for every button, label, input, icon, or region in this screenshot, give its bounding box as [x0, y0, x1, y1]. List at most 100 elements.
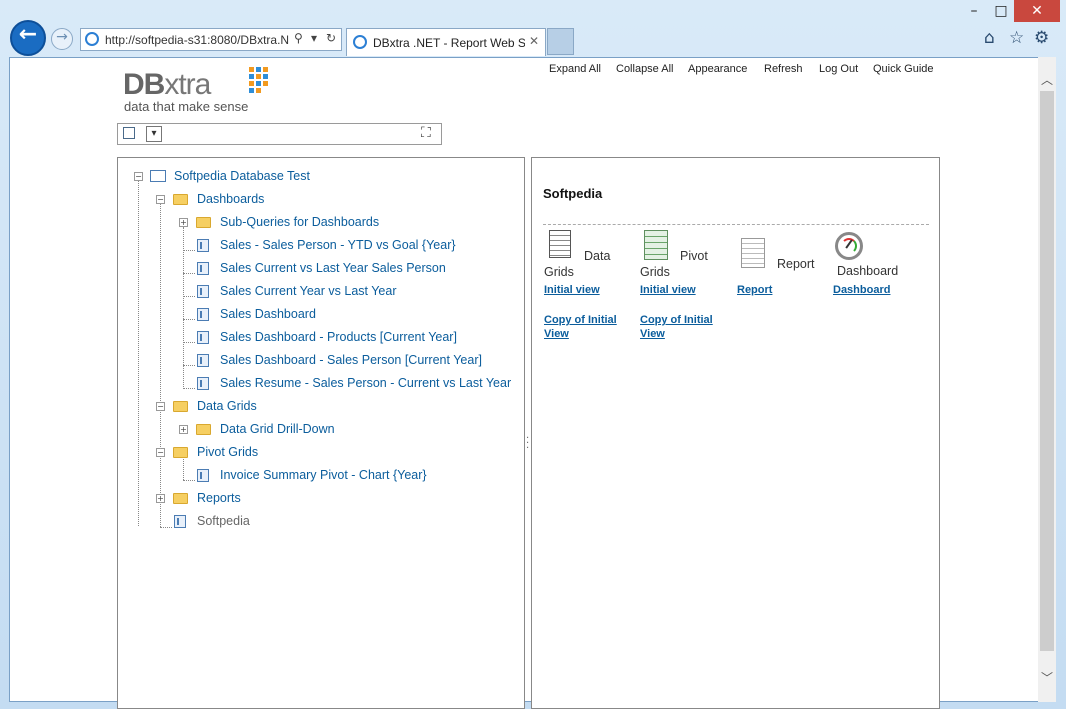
- pivot-grids-initial-view-link[interactable]: Initial view: [640, 283, 696, 297]
- log-out-link[interactable]: Log Out: [819, 63, 858, 75]
- browser-tab[interactable]: DBxtra .NET - Report Web S... ✕: [346, 28, 546, 56]
- tree-line: [183, 319, 195, 320]
- folder-icon: [196, 217, 211, 228]
- report-link[interactable]: Report: [737, 283, 772, 297]
- logo-db: DB: [123, 68, 165, 101]
- dashboard-link[interactable]: Dashboard: [833, 283, 890, 297]
- report-icon: [197, 354, 209, 367]
- database-icon: [150, 170, 166, 182]
- tree-node-data-grids[interactable]: Data Grids: [197, 399, 257, 417]
- report-icon: [197, 262, 209, 275]
- browser-window: – □ ✕ ← → http://softpedia-s31:8080/DBxt…: [0, 0, 1066, 709]
- report-icon: [197, 377, 209, 390]
- collapse-toggle-icon[interactable]: −: [156, 402, 165, 411]
- tree-node-dashboard-item[interactable]: Sales Dashboard - Products [Current Year…: [220, 330, 457, 348]
- logo-tagline: data that make sense: [124, 99, 249, 114]
- expand-toggle-icon[interactable]: +: [179, 218, 188, 227]
- folder-icon: [173, 401, 188, 412]
- search-icon[interactable]: ⚲: [294, 31, 303, 45]
- dashboard-gauge-icon: [835, 232, 863, 260]
- tree-line: [183, 480, 195, 481]
- report-label: Report: [777, 257, 815, 271]
- logo-xtra: xtra: [164, 68, 211, 101]
- browser-chrome: – □ ✕ ← → http://softpedia-s31:8080/DBxt…: [0, 0, 1066, 57]
- tree-node-dashboard-item[interactable]: Sales Current Year vs Last Year: [220, 284, 397, 302]
- favorites-star-icon[interactable]: ☆: [1009, 28, 1024, 48]
- tree-node-dashboard-item[interactable]: Sales Dashboard - Sales Person [Current …: [220, 353, 482, 371]
- tree-node-root[interactable]: Softpedia Database Test: [174, 169, 310, 187]
- ie-tab-icon: [353, 35, 367, 49]
- splitter-handle[interactable]: · · ·: [526, 434, 529, 454]
- tree-node-dashboard-item[interactable]: Sales Current vs Last Year Sales Person: [220, 261, 446, 279]
- vertical-scrollbar[interactable]: ︿ ﹀: [1038, 57, 1056, 702]
- data-grids-label-a: Data: [584, 249, 611, 263]
- report-search-bar[interactable]: ▾ ⛶: [117, 123, 442, 145]
- minimize-button[interactable]: –: [961, 0, 987, 22]
- collapse-all-link[interactable]: Collapse All: [616, 63, 673, 75]
- data-grids-copy-link[interactable]: Copy of Initial View: [544, 313, 617, 341]
- collapse-toggle-icon[interactable]: −: [156, 448, 165, 457]
- new-tab-button[interactable]: [547, 28, 574, 55]
- address-url[interactable]: http://softpedia-s31:8080/DBxtra.N: [105, 33, 315, 47]
- tree-node-dashboard-item[interactable]: Sales Dashboard: [220, 307, 316, 325]
- expand-toggle-icon[interactable]: +: [156, 494, 165, 503]
- tree-node-dashboards[interactable]: Dashboards: [197, 192, 264, 210]
- report-icon: [174, 515, 186, 528]
- panel-title: Softpedia: [543, 186, 603, 201]
- expand-all-link[interactable]: Expand All: [549, 63, 601, 75]
- report-icon: [197, 285, 209, 298]
- back-button[interactable]: ←: [10, 20, 46, 56]
- forward-button[interactable]: →: [51, 28, 73, 50]
- report-icon: [197, 239, 209, 252]
- tree-node-softpedia[interactable]: Softpedia: [197, 514, 250, 532]
- address-bar[interactable]: http://softpedia-s31:8080/DBxtra.N ⚲ ▾ ↻: [80, 28, 342, 51]
- tree-node-invoice-pivot[interactable]: Invoice Summary Pivot - Chart {Year}: [220, 468, 427, 486]
- folder-icon: [173, 447, 188, 458]
- data-grids-label-b: Grids: [544, 265, 574, 279]
- maximize-button[interactable]: □: [988, 0, 1014, 22]
- close-window-button[interactable]: ✕: [1014, 0, 1060, 22]
- pivot-grids-label-a: Pivot: [680, 249, 708, 263]
- binoculars-search-icon[interactable]: ⛶: [421, 125, 431, 141]
- report-document-icon: [741, 238, 765, 268]
- tree-node-dashboard-item[interactable]: Sales - Sales Person - YTD vs Goal {Year…: [220, 238, 456, 256]
- expand-toggle-icon[interactable]: +: [179, 425, 188, 434]
- home-icon[interactable]: ⌂: [984, 28, 995, 48]
- quick-guide-link[interactable]: Quick Guide: [873, 63, 934, 75]
- tree-node-dashboard-item[interactable]: Sales Resume - Sales Person - Current vs…: [220, 376, 511, 394]
- scrollbar-thumb[interactable]: [1040, 91, 1054, 651]
- chevron-down-icon[interactable]: ▾: [146, 126, 162, 142]
- tree-line: [138, 181, 139, 526]
- logo-dots-icon: [249, 67, 269, 99]
- pivot-grids-label-b: Grids: [640, 265, 670, 279]
- data-grid-icon: [549, 230, 571, 258]
- tree-line: [183, 457, 184, 480]
- tab-title: DBxtra .NET - Report Web S...: [373, 36, 525, 50]
- tree-node-drill-down[interactable]: Data Grid Drill-Down: [220, 422, 335, 440]
- tab-close-icon[interactable]: ✕: [529, 34, 539, 48]
- tree-node-pivot-grids[interactable]: Pivot Grids: [197, 445, 258, 463]
- appearance-link[interactable]: Appearance: [688, 63, 747, 75]
- tree-node-reports[interactable]: Reports: [197, 491, 241, 509]
- collapse-toggle-icon[interactable]: −: [134, 172, 143, 181]
- collapse-toggle-icon[interactable]: −: [156, 195, 165, 204]
- scroll-up-icon[interactable]: ︿: [1038, 71, 1056, 88]
- tree-node-subqueries[interactable]: Sub-Queries for Dashboards: [220, 215, 379, 233]
- report-icon: [197, 331, 209, 344]
- settings-gear-icon[interactable]: ⚙: [1034, 28, 1049, 48]
- tree-line: [183, 365, 195, 366]
- refresh-page-icon[interactable]: ↻: [326, 31, 336, 45]
- panel-divider: [543, 224, 929, 225]
- dropdown-icon[interactable]: ▾: [311, 31, 317, 45]
- scroll-down-icon[interactable]: ﹀: [1038, 669, 1056, 686]
- refresh-link[interactable]: Refresh: [764, 63, 803, 75]
- tree-line: [160, 527, 172, 528]
- dashboard-label: Dashboard: [837, 264, 899, 278]
- data-grids-initial-view-link[interactable]: Initial view: [544, 283, 600, 297]
- tree-line: [183, 273, 195, 274]
- pivot-grids-copy-link[interactable]: Copy of Initial View: [640, 313, 713, 341]
- folder-icon: [196, 424, 211, 435]
- folder-icon: [173, 493, 188, 504]
- content-panel: [531, 157, 940, 709]
- tree-line: [183, 296, 195, 297]
